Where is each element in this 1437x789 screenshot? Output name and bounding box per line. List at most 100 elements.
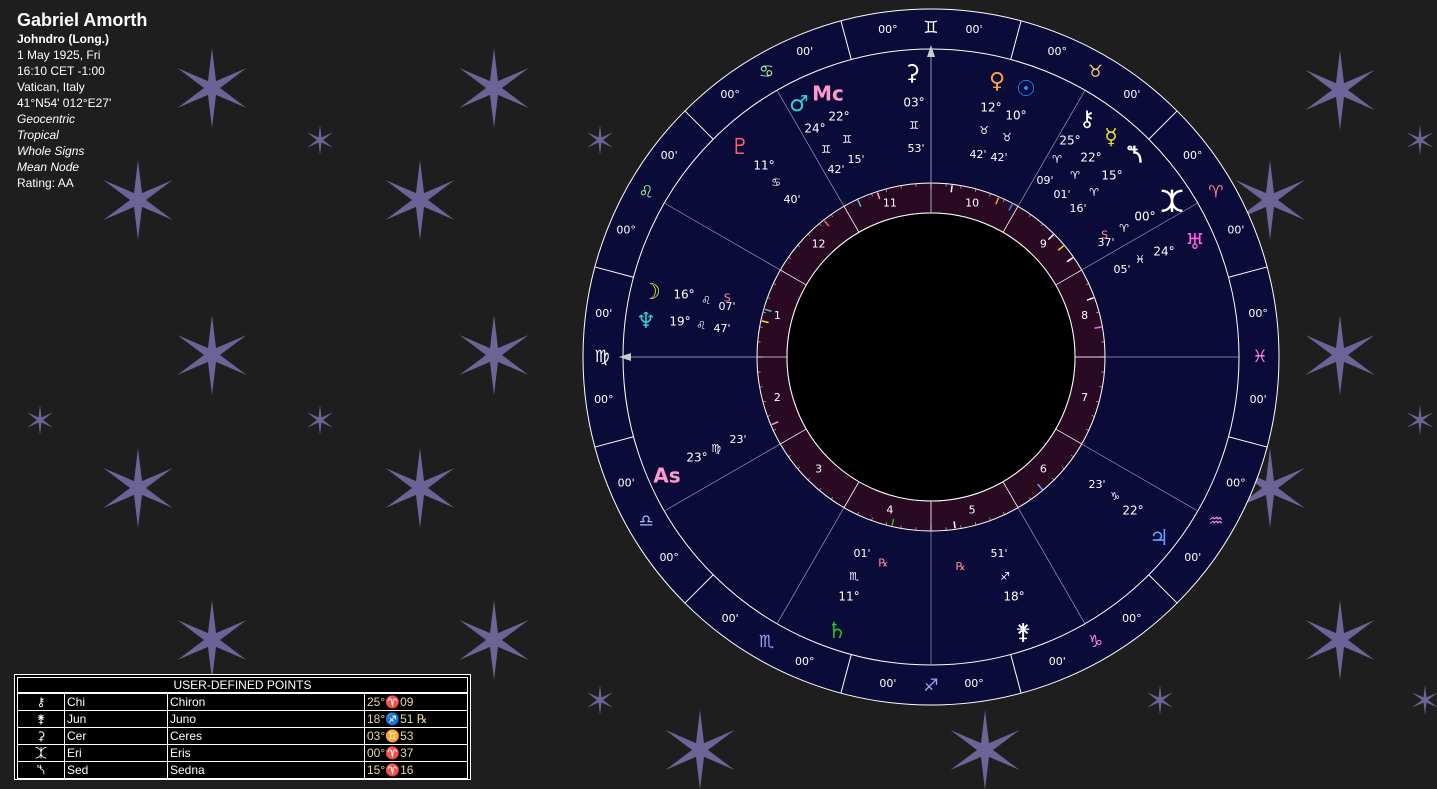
planet-glyph-icon: As	[653, 464, 680, 488]
planet-degree-label: 10°	[1005, 109, 1026, 123]
zodiac-sign-icon: ♏	[759, 632, 774, 652]
zodiac-sign-icon: ♓	[1252, 347, 1267, 367]
planet-sign-icon: ♓	[1135, 253, 1145, 266]
table-row[interactable]: ⚳ Cer Ceres 03°♊53	[17, 727, 468, 745]
planet-glyph-icon: ☉	[1016, 77, 1036, 102]
inner-circle-cover	[786, 212, 1076, 502]
planet-glyph-icon: ⚵	[1015, 620, 1031, 645]
planet-degree-label: 11°	[838, 590, 859, 604]
sign-degree-label: 00°	[1226, 476, 1246, 489]
udp-abbr: Chi	[64, 693, 168, 711]
zodiac-sign-icon: ♑	[1088, 632, 1103, 652]
planet-minute-label: 01'	[853, 547, 870, 560]
table-row[interactable]: ⯰ Eri Eris 00°♈37	[17, 744, 468, 762]
house-number-label: 10	[965, 196, 979, 209]
planet-glyph-icon: ♆	[636, 309, 656, 334]
sign-degree-label: 00°	[1183, 149, 1203, 162]
planet-degree-label: 23°	[686, 451, 707, 465]
udp-position: 18°♐51 ℞	[364, 710, 468, 728]
chiron-icon: ⚷	[17, 693, 65, 711]
sign-minute-label: 00'	[966, 23, 983, 36]
wheel-line	[950, 185, 953, 193]
house-number-label: 1	[774, 309, 781, 322]
sign-degree-label: 00°	[1122, 612, 1142, 625]
planet-glyph-icon: ♂	[789, 92, 809, 117]
udp-position: 03°♊53	[364, 727, 468, 745]
udp-position: 00°♈37	[364, 744, 468, 762]
udp-position: 15°♈16	[364, 761, 468, 779]
planet-glyph-icon: ⚷	[1079, 107, 1095, 132]
sign-minute-label: 00'	[595, 307, 612, 320]
udp-name: Eris	[167, 744, 365, 762]
planet-sign-icon: ♊	[821, 143, 831, 156]
planet-degree-label: 00°	[1134, 210, 1155, 224]
house-number-label: 3	[815, 462, 822, 475]
sign-minute-label: 00'	[618, 476, 635, 489]
zodiac-sign-icon: ♐	[923, 676, 938, 696]
sign-minute-label: 00'	[879, 677, 896, 690]
planet-motion-label: S	[724, 292, 731, 305]
planet-minute-label: 15'	[847, 153, 864, 166]
sign-degree-label: 00°	[1248, 307, 1268, 320]
table-row[interactable]: ⚵ Jun Juno 18°♐51 ℞	[17, 710, 468, 728]
zodiac-sign-icon: ♎	[638, 512, 653, 532]
planet-glyph-icon: Mc	[812, 82, 844, 106]
planet-degree-label: 12°	[980, 101, 1001, 115]
udp-name: Sedna	[167, 761, 365, 779]
planet-minute-label: 42'	[827, 163, 844, 176]
table-row[interactable]: ⚷ Chi Chiron 25°♈09	[17, 693, 468, 711]
planet-minute-label: 42'	[969, 148, 986, 161]
planet-glyph-icon: ☽	[641, 280, 661, 305]
planet-minute-label: 53'	[907, 142, 924, 155]
planet-glyph-icon: ♃	[1149, 526, 1169, 551]
planet-degree-label: 22°	[1122, 504, 1143, 518]
planet-glyph-icon: ♀	[989, 69, 1005, 94]
zodiac-sign-icon: ♒	[1208, 512, 1223, 532]
planet-degree-label: 19°	[669, 315, 690, 329]
planet-motion-label: ℞	[878, 557, 888, 570]
planet-sign-icon: ♉	[1002, 131, 1012, 144]
planet-minute-label: 40'	[783, 193, 800, 206]
planet-glyph-icon: ♄	[827, 619, 847, 644]
zodiac-sign-icon: ♍	[594, 347, 609, 367]
sign-minute-label: 00'	[1184, 551, 1201, 564]
planet-sign-icon: ♈	[1052, 153, 1062, 166]
sign-degree-label: 00°	[616, 224, 636, 237]
planet-minute-label: 37'	[1097, 236, 1114, 249]
planet-sign-icon: ♌	[696, 319, 706, 332]
planet-minute-label: 47'	[713, 322, 730, 335]
planet-sign-icon: ♊	[909, 119, 919, 132]
planet-degree-label: 11°	[753, 159, 774, 173]
planet-glyph-icon: ♅	[1185, 230, 1205, 255]
planet-sign-icon: ♊	[842, 133, 852, 146]
sign-degree-label: 00°	[964, 677, 984, 690]
udp-position: 25°♈09	[364, 693, 468, 711]
sign-degree-label: 00°	[659, 551, 679, 564]
planet-sign-icon: ♍	[711, 442, 721, 455]
natal-chart-wheel[interactable]: ♊ 00° 00' ♉ 00° 00' ♈ 00° 00' ♓ 00° 00' ♒ 00° 00' ♑ 00° 0…	[0, 0, 1437, 789]
zodiac-sign-icon: ♉	[1088, 62, 1103, 82]
planet-degree-label: 24°	[804, 122, 825, 136]
house-number-label: 12	[812, 238, 826, 251]
udp-abbr: Cer	[64, 727, 168, 745]
udp-name: Juno	[167, 710, 365, 728]
planet-degree-label: 24°	[1153, 245, 1174, 259]
zodiac-sign-icon: ♈	[1208, 183, 1223, 203]
sign-minute-label: 00'	[1049, 655, 1066, 668]
sign-minute-label: 00'	[1250, 393, 1267, 406]
planet-degree-label: 22°	[1080, 151, 1101, 165]
house-number-label: 8	[1081, 309, 1088, 322]
planet-sign-icon: ♈	[1089, 186, 1099, 199]
sedna-icon: ⯲	[17, 761, 65, 779]
sign-degree-label: 00°	[878, 23, 898, 36]
planet-sign-icon: ♌	[701, 294, 711, 307]
planet-degree-label: 18°	[1003, 590, 1024, 604]
zodiac-sign-icon: ♊	[923, 18, 938, 38]
sign-degree-label: 00°	[1048, 45, 1068, 58]
table-row[interactable]: ⯲ Sed Sedna 15°♈16	[17, 761, 468, 779]
planet-minute-label: 01'	[1053, 188, 1070, 201]
udp-abbr: Eri	[64, 744, 168, 762]
house-number-label: 11	[883, 196, 897, 209]
house-number-label: 6	[1040, 462, 1047, 475]
eris-icon: ⯰	[17, 744, 65, 762]
